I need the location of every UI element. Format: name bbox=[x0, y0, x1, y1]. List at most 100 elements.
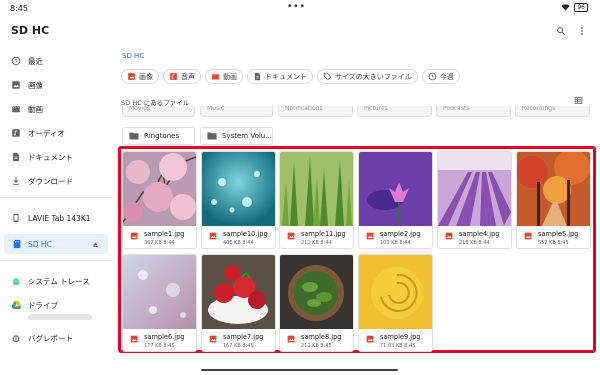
search-icon[interactable] bbox=[554, 24, 568, 38]
chip-this-week[interactable]: 今週 bbox=[421, 69, 460, 84]
sidebar-divider bbox=[0, 197, 113, 198]
file-card-sample1[interactable]: sample1.jpg 367 KB 8:44 bbox=[122, 151, 197, 249]
chip-large-files[interactable]: サイズの大きいファイル bbox=[317, 69, 418, 84]
movie-icon bbox=[211, 72, 220, 81]
gesture-home-bar[interactable] bbox=[201, 369, 398, 371]
file-info: 71.83 KB 8:45 bbox=[380, 343, 416, 349]
file-name: sample7.jpg bbox=[223, 333, 264, 341]
thumbnail-autumn-forest bbox=[517, 152, 590, 226]
sd-card-icon bbox=[11, 238, 23, 250]
file-meta: sample7.jpg 167 KB 8:45 bbox=[202, 330, 275, 351]
chip-label: 画像 bbox=[139, 72, 153, 81]
file-meta: sample2.jpg 103 KB 8:44 bbox=[359, 227, 432, 248]
file-name: sample1.jpg bbox=[144, 230, 185, 238]
status-bar: 8:45 ••• 96 bbox=[0, 0, 600, 16]
wifi-icon bbox=[561, 4, 570, 11]
sidebar-item-label: 最近 bbox=[28, 56, 43, 66]
thumbnail-yellow-rose bbox=[359, 255, 432, 329]
sidebar-item-label: 動画 bbox=[28, 104, 43, 114]
chip-images[interactable]: 画像 bbox=[121, 69, 159, 84]
file-card-sample10[interactable]: sample10.jpg 406 KB 8:44 bbox=[201, 151, 276, 249]
file-info: 177 KB 8:45 bbox=[144, 343, 175, 349]
image-file-icon bbox=[287, 335, 295, 343]
chip-audio[interactable]: 音声 bbox=[163, 69, 201, 84]
sidebar-item-bug-report[interactable]: バグレポート bbox=[0, 328, 113, 348]
file-meta: sample10.jpg 406 KB 8:44 bbox=[202, 227, 275, 248]
folder-item-partial[interactable]: Podcasts bbox=[436, 106, 511, 117]
chip-label: 音声 bbox=[181, 72, 195, 81]
folder-icon bbox=[129, 132, 139, 141]
sidebar-item-images[interactable]: 画像 bbox=[0, 75, 113, 95]
sidebar-item-drive[interactable]: ドライブ bbox=[0, 295, 113, 315]
sidebar-item-label: システム トレース bbox=[28, 276, 90, 286]
breadcrumb[interactable]: SD HC bbox=[122, 52, 144, 60]
chip-label: 動画 bbox=[223, 72, 237, 81]
file-card-sample4[interactable]: sample4.jpg 218 KB 8:44 bbox=[437, 151, 512, 249]
sidebar-item-sd-card[interactable]: SD HC bbox=[4, 234, 108, 254]
file-card-sample5[interactable]: sample5.jpg 552 KB 8:45 bbox=[516, 151, 591, 249]
clock-icon bbox=[428, 72, 437, 81]
chip-videos[interactable]: 動画 bbox=[205, 69, 243, 84]
image-file-icon bbox=[366, 232, 374, 240]
file-name: sample6.jpg bbox=[144, 333, 185, 341]
image-file-icon bbox=[130, 335, 138, 343]
image-file-icon bbox=[130, 232, 138, 240]
folder-icon bbox=[207, 132, 217, 141]
audio-icon bbox=[169, 72, 178, 81]
file-card-sample8[interactable]: sample8.jpg 211 KB 8:45 bbox=[279, 254, 354, 352]
folder-item-partial[interactable]: Movies bbox=[122, 106, 195, 117]
sidebar-item-audio[interactable]: オーディオ bbox=[0, 123, 113, 143]
thumbnail-cherry-blossoms bbox=[123, 152, 196, 226]
chip-label: 今週 bbox=[439, 72, 454, 81]
bug-icon bbox=[10, 332, 22, 344]
sidebar-item-label: LAVIE Tab 143K1 bbox=[28, 213, 91, 223]
thumbnail-sparkles bbox=[123, 255, 196, 329]
sidebar-item-downloads[interactable]: ダウンロード bbox=[0, 171, 113, 191]
file-meta: sample11.jpg 211 KB 8:44 bbox=[280, 227, 353, 248]
file-meta: sample8.jpg 211 KB 8:45 bbox=[280, 330, 353, 351]
folder-item-partial[interactable]: Notifications bbox=[278, 106, 353, 117]
chip-documents[interactable]: ドキュメント bbox=[247, 69, 313, 84]
folder-item-partial[interactable]: Music bbox=[200, 106, 273, 117]
file-card-sample11[interactable]: sample11.jpg 211 KB 8:44 bbox=[279, 151, 354, 249]
file-card-sample6[interactable]: sample6.jpg 177 KB 8:45 bbox=[122, 254, 197, 352]
tag-icon bbox=[323, 72, 332, 81]
folder-item[interactable]: System Volu... bbox=[200, 127, 273, 145]
eject-icon[interactable] bbox=[90, 239, 100, 249]
file-meta: sample6.jpg 177 KB 8:45 bbox=[123, 330, 196, 351]
window-handle-dots[interactable]: ••• bbox=[287, 2, 306, 12]
more-vert-icon[interactable] bbox=[575, 24, 589, 38]
file-info: 367 KB 8:44 bbox=[144, 240, 175, 246]
battery-icon: 96 bbox=[574, 3, 588, 12]
sidebar-item-label: SD HC bbox=[28, 239, 52, 249]
chip-label: サイズの大きいファイル bbox=[335, 72, 412, 81]
sidebar-item-system-trace[interactable]: システム トレース bbox=[0, 271, 113, 291]
image-file-icon bbox=[209, 335, 217, 343]
image-file-icon bbox=[209, 232, 217, 240]
folder-item[interactable]: Ringtones bbox=[122, 127, 195, 145]
file-info: 103 KB 8:44 bbox=[380, 240, 411, 246]
list-view-icon[interactable] bbox=[573, 95, 584, 106]
file-meta: sample9.jpg 71.83 KB 8:45 bbox=[359, 330, 432, 351]
file-card-sample2[interactable]: sample2.jpg 103 KB 8:44 bbox=[358, 151, 433, 249]
folder-item-partial[interactable]: Recordings bbox=[515, 106, 590, 117]
file-card-sample7[interactable]: sample7.jpg 167 KB 8:45 bbox=[201, 254, 276, 352]
image-file-icon bbox=[366, 335, 374, 343]
sidebar-item-label: ダウンロード bbox=[28, 176, 73, 186]
chip-label: ドキュメント bbox=[265, 72, 307, 81]
sidebar-item-recent[interactable]: 最近 bbox=[0, 51, 113, 71]
sidebar-item-documents[interactable]: ドキュメント bbox=[0, 147, 113, 167]
download-icon bbox=[10, 175, 22, 187]
thumbnail-basil-bowl bbox=[280, 255, 353, 329]
sidebar-item-label: ドライブ bbox=[28, 300, 58, 310]
sidebar-item-label: 画像 bbox=[28, 80, 43, 90]
folder-name: Ringtones bbox=[144, 132, 180, 140]
folder-item-partial[interactable]: Pictures bbox=[357, 106, 432, 117]
sidebar-item-videos[interactable]: 動画 bbox=[0, 99, 113, 119]
file-meta: sample4.jpg 218 KB 8:44 bbox=[438, 227, 511, 248]
file-name: sample5.jpg bbox=[538, 230, 579, 238]
file-card-sample9[interactable]: sample9.jpg 71.83 KB 8:45 bbox=[358, 254, 433, 352]
folder-name: System Volu... bbox=[222, 132, 272, 140]
sidebar-item-device[interactable]: LAVIE Tab 143K1 bbox=[0, 208, 113, 228]
clock-time: 8:45 bbox=[10, 4, 28, 13]
